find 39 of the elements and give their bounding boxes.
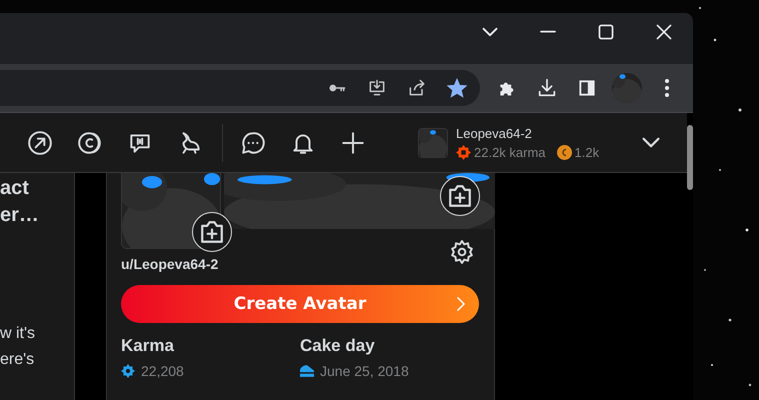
plus-icon: [340, 130, 366, 156]
stat-label: Karma: [121, 335, 175, 357]
profile-username: u/Leopeva64-2: [121, 255, 220, 273]
stat-value: 22,208: [141, 363, 184, 379]
share-icon: [407, 78, 427, 98]
camera-plus-icon: [449, 185, 471, 207]
create-avatar-button[interactable]: Create Avatar: [121, 285, 479, 323]
stat-value: June 25, 2018: [320, 363, 409, 379]
side-panel-icon: [577, 78, 597, 98]
karma-icon: [456, 144, 471, 160]
monitor-download-icon: [367, 78, 387, 98]
minimize-icon: [541, 31, 555, 33]
scrollbar-thumb[interactable]: [687, 125, 693, 190]
karma-icon: [121, 364, 135, 378]
chevron-right-icon: [457, 297, 465, 311]
cake-icon: [300, 365, 314, 377]
chat-icon: [240, 130, 266, 156]
coin-count: 1.2k: [574, 144, 600, 160]
coin-icon: [77, 130, 103, 156]
close-icon: [657, 25, 671, 39]
camera-plus-icon: [201, 221, 223, 243]
post-text: w it's: [0, 324, 36, 344]
maximize-icon: [599, 25, 613, 39]
coin-icon: [556, 144, 572, 160]
settings-button[interactable]: [449, 239, 475, 265]
karma-count: 22.2k karma: [474, 144, 546, 160]
post-title: er…: [0, 203, 40, 228]
chevron-icon: [643, 138, 659, 147]
profile-button[interactable]: [611, 72, 643, 104]
chevron-icon: [483, 28, 497, 36]
post-text: ere's: [0, 350, 36, 370]
download-icon: [536, 77, 558, 99]
kebab-menu-icon: [665, 79, 669, 97]
address-bar[interactable]: [0, 70, 480, 106]
arrow-circle-icon: [27, 130, 53, 156]
settings-icon: [450, 240, 474, 264]
stat-label: Cake day: [300, 335, 376, 357]
post-title: act: [0, 176, 30, 201]
username: Leopeva64-2: [456, 126, 533, 140]
